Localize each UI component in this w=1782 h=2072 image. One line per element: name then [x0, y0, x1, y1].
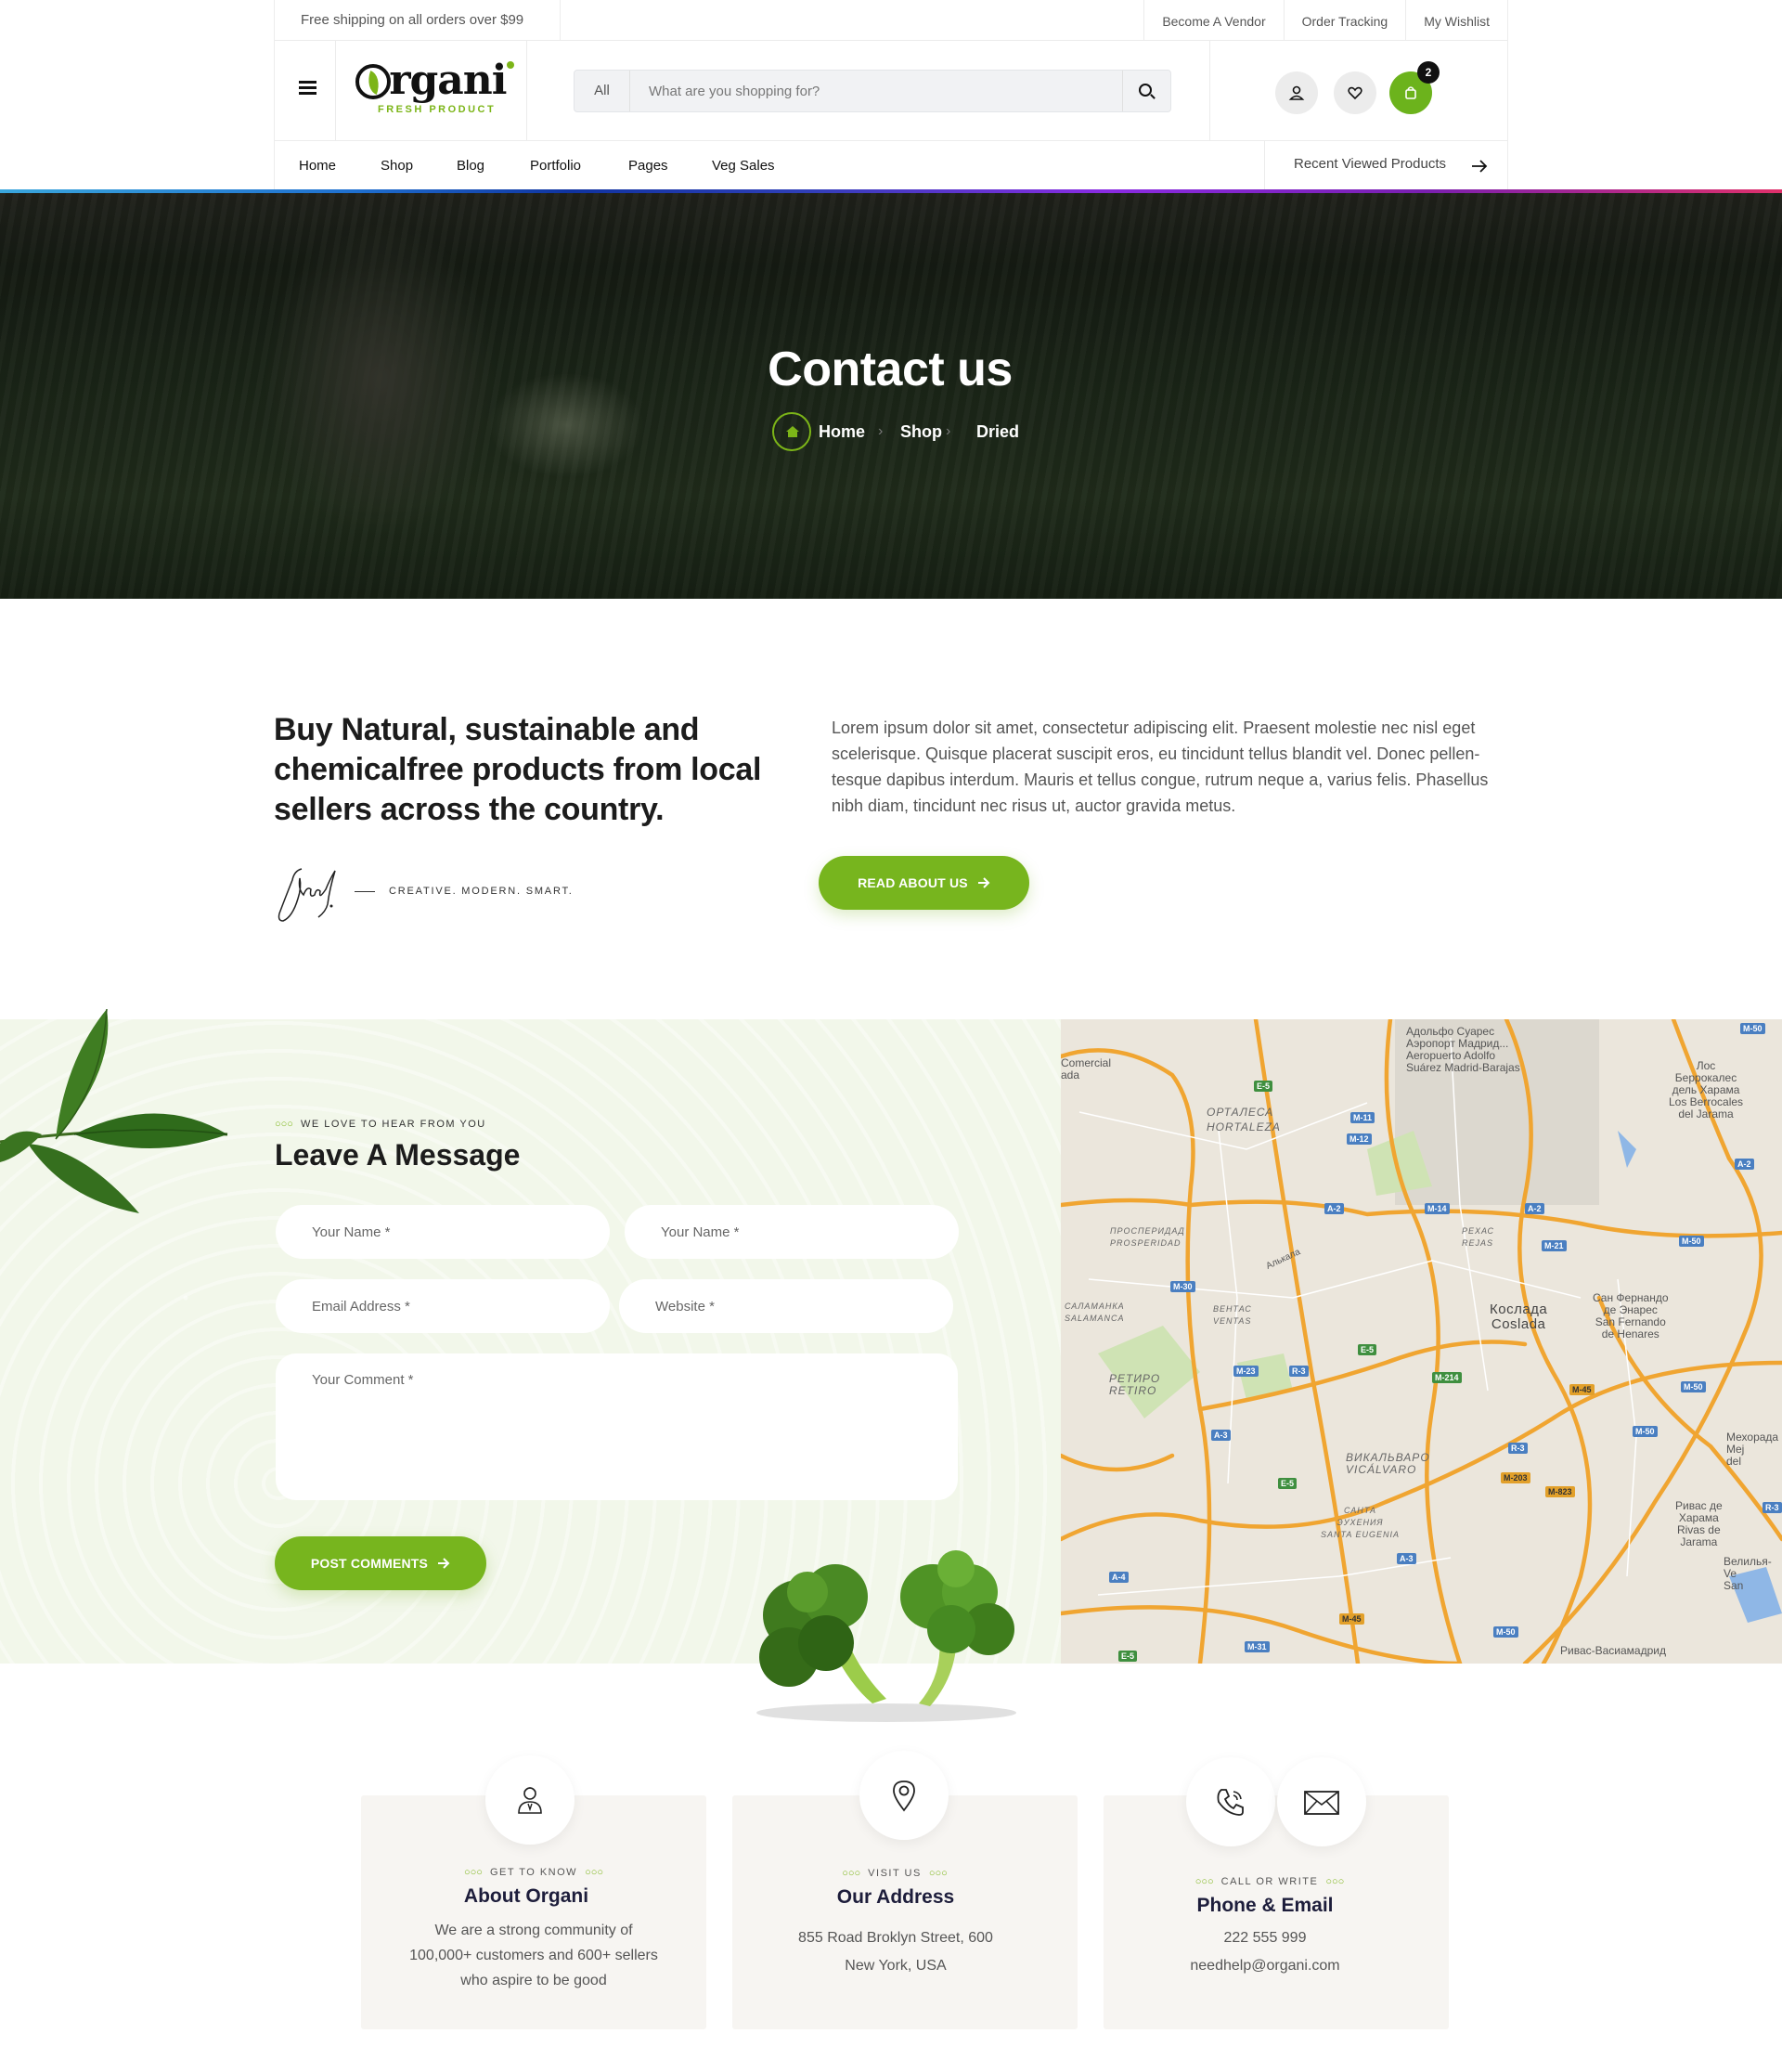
signature-image: [278, 868, 336, 922]
map-label-comercial: Comercial ada: [1061, 1056, 1112, 1081]
leaf-logo-icon: [355, 64, 391, 99]
read-about-us-button[interactable]: READ ABOUT US: [819, 856, 1029, 910]
account-button[interactable]: [1275, 71, 1318, 114]
site-header: Organi FRESH PRODUCT All 2: [274, 41, 1508, 141]
card-text: We are a strong community of 100,000+ cu…: [409, 1923, 658, 1988]
user-icon: [1288, 85, 1305, 100]
nav-item-shop[interactable]: Shop: [381, 141, 413, 189]
map-label-velilla: Велилья- Ve San: [1724, 1555, 1772, 1592]
breadcrumb-home[interactable]: Home: [819, 412, 865, 451]
top-links: Become A Vendor Order Tracking My Wishli…: [1143, 0, 1507, 41]
order-tracking-link[interactable]: Order Tracking: [1283, 0, 1406, 41]
phone-email-card: ○○○ CALL OR WRITE ○○○ Phone & Email 222 55…: [1104, 1795, 1449, 2029]
arrow-right-icon: [438, 1558, 450, 1570]
card-subtitle: ○○○ GET TO KNOW ○○○: [464, 1867, 603, 1878]
breadcrumb-shop[interactable]: Shop: [900, 412, 942, 451]
email-address[interactable]: needhelp@organi.com: [1092, 1952, 1438, 1980]
search-button[interactable]: [1122, 71, 1170, 111]
leaf-decoration-icon: [0, 1008, 228, 1213]
website-field[interactable]: [619, 1279, 953, 1333]
map-label-vicalvaro: ВИКАЛЬВАРО VICÁLVARO: [1346, 1451, 1430, 1476]
broccoli-image: [756, 1550, 1016, 1722]
become-vendor-link[interactable]: Become A Vendor: [1143, 0, 1283, 41]
map-label-san-fernando: Сан Фернандо де Энарес San Fernando de H…: [1593, 1291, 1669, 1340]
menu-toggle-button[interactable]: [275, 41, 336, 141]
map-label-mejorada: Мехорада Mej del: [1726, 1431, 1779, 1468]
search-category-select[interactable]: All: [575, 71, 630, 111]
arrow-right-icon: [977, 877, 990, 889]
card-title: Phone & Email: [1196, 1895, 1334, 1916]
breadcrumb-separator: ›: [946, 423, 951, 439]
home-icon[interactable]: [772, 412, 811, 451]
map-label-coslada: Кослада Coslada: [1490, 1301, 1548, 1332]
recent-viewed-products-link[interactable]: Recent Viewed Products: [1264, 141, 1507, 189]
top-bar: Free shipping on all orders over $99 Bec…: [274, 0, 1508, 41]
page-title: Contact us: [768, 343, 1013, 396]
shipping-notice: Free shipping on all orders over $99: [275, 0, 561, 41]
map-label-prosperidad: ПРОСПЕРИДАД PROSPERIDAD: [1110, 1226, 1185, 1248]
main-nav: Home Shop Blog Portfolio Pages Veg Sales…: [274, 141, 1508, 189]
nav-item-pages[interactable]: Pages: [628, 141, 668, 189]
nav-item-blog[interactable]: Blog: [457, 141, 484, 189]
message-subtitle: ○○○ WE LOVE TO HEAR FROM YOU: [275, 1119, 486, 1130]
nav-item-home[interactable]: Home: [299, 141, 336, 189]
search-bar: All: [574, 70, 1171, 112]
map-label-salamanca: САЛАМАНКА SALAMANCA: [1065, 1301, 1125, 1323]
search-input[interactable]: [632, 71, 1115, 111]
card-text: 222 555 999 needhelp@organi.com: [1092, 1924, 1438, 1980]
card-text: 855 Road Broklyn Street, 600 New York, U…: [798, 1930, 993, 1974]
comment-field[interactable]: [276, 1353, 958, 1500]
map-label-rivas-bottom: Ривас-Васиамадрид: [1560, 1644, 1666, 1657]
map-label-airport: Адольфо Суарес Аэропорт Мадрид... Aeropu…: [1406, 1025, 1520, 1074]
map-label-rejas: РЕХАС REJAS: [1462, 1226, 1495, 1248]
location-pin-icon: [859, 1751, 949, 1840]
user-icon: [485, 1755, 575, 1845]
wishlist-button[interactable]: [1334, 71, 1376, 114]
read-about-us-label: READ ABOUT US: [858, 875, 968, 890]
about-tagline: CREATIVE. MODERN. SMART.: [389, 886, 574, 897]
cart-count-badge: 2: [1417, 61, 1440, 84]
map-label-ventas: ВЕНТАС VENTAS: [1213, 1304, 1252, 1326]
recent-viewed-label: Recent Viewed Products: [1294, 156, 1446, 172]
about-paragraph: Lorem ipsum dolor sit amet, consectetur …: [832, 719, 1489, 815]
card-subtitle: ○○○ VISIT US ○○○: [842, 1868, 948, 1879]
breadcrumb-current: Dried: [976, 422, 1020, 441]
map-label-retiro: РЕТИРО RETIRO: [1109, 1372, 1161, 1397]
breadcrumb-separator: ›: [878, 423, 884, 439]
map-label-rivas: Ривас де Харама Rivas de Jarama: [1675, 1499, 1723, 1548]
location-map[interactable]: Адольфо Суарес Аэропорт Мадрид... Aeropu…: [1061, 1019, 1782, 1664]
nav-item-veg-sales[interactable]: Veg Sales: [712, 141, 775, 189]
phone-number[interactable]: 222 555 999: [1092, 1924, 1438, 1952]
wishlist-link[interactable]: My Wishlist: [1405, 0, 1507, 41]
name-field[interactable]: [276, 1205, 610, 1259]
post-comments-label: POST COMMENTS: [310, 1556, 429, 1571]
about-heading: Buy Natural, sustainable and chemicalfre…: [274, 712, 762, 827]
map-label-berrocales: Лос Беррокалес дель Харама Los Berrocale…: [1669, 1059, 1744, 1120]
email-field[interactable]: [276, 1279, 610, 1333]
page-hero: Contact us Home › Shop › Dried: [0, 193, 1782, 599]
card-title: Our Address: [836, 1886, 955, 1908]
arrow-right-icon: [1472, 160, 1488, 173]
post-comments-button[interactable]: POST COMMENTS: [275, 1536, 486, 1590]
message-title: Leave A Message: [275, 1138, 521, 1172]
map-label-hortaleza: ОРТАЛЕСА HORTALEZA: [1207, 1106, 1281, 1133]
shopping-bag-icon: [1405, 86, 1416, 99]
map-label-santa-eugenia: САНТА ЭУХЕНИЯ SANTA EUGENIA: [1321, 1506, 1401, 1539]
phone-icon: [1186, 1757, 1275, 1846]
card-title: About Organi: [463, 1885, 589, 1907]
logo-tagline: FRESH PRODUCT: [378, 104, 497, 115]
name-field-2[interactable]: [625, 1205, 959, 1259]
envelope-icon: [1277, 1757, 1366, 1846]
logo[interactable]: Organi FRESH PRODUCT: [336, 41, 527, 141]
nav-item-portfolio[interactable]: Portfolio: [530, 141, 581, 189]
heart-icon: [1348, 86, 1362, 100]
card-subtitle: ○○○ CALL OR WRITE ○○○: [1194, 1876, 1345, 1887]
